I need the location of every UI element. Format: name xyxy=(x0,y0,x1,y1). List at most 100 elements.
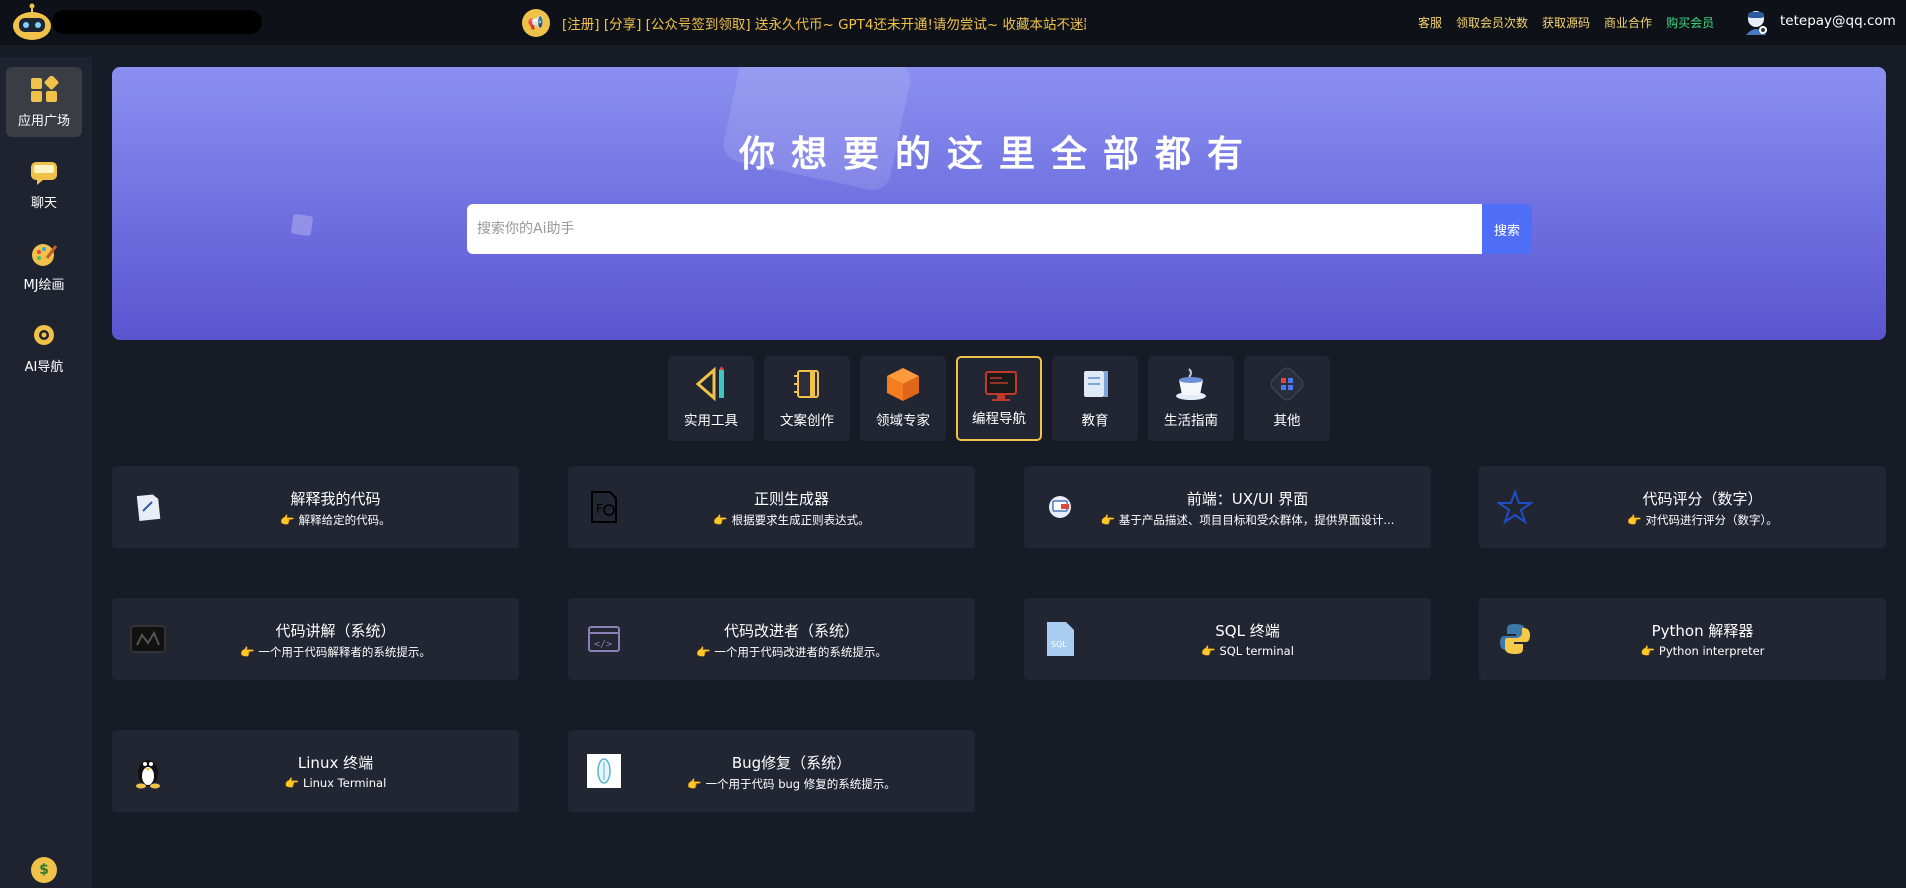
app-card-bug-fix-system[interactable]: Bug修复（系统） 👉 一个用于代码 bug 修复的系统提示。 xyxy=(568,730,975,812)
robot-logo-icon[interactable] xyxy=(10,2,54,42)
pointing-hand-icon: 👉 xyxy=(280,513,295,527)
category-label: 其他 xyxy=(1273,413,1301,429)
pointing-hand-icon: 👉 xyxy=(713,513,728,527)
header-link-customer-service[interactable]: 客服 xyxy=(1418,14,1442,31)
sidebar-item-label: 应用广场 xyxy=(17,113,70,129)
category-label: 文案创作 xyxy=(780,413,834,429)
card-title: Python 解释器 xyxy=(1651,622,1754,640)
chat-icon xyxy=(31,161,57,185)
book-icon xyxy=(1084,371,1108,397)
category-label: 实用工具 xyxy=(684,413,738,429)
redacted-site-name xyxy=(52,10,262,34)
category-programming-nav[interactable]: 编程导航 xyxy=(956,356,1042,441)
category-other[interactable]: 其他 xyxy=(1244,356,1330,441)
pointing-hand-icon: 👉 xyxy=(687,777,702,791)
card-description: 👉 解释给定的代码。 xyxy=(280,513,391,527)
search-input[interactable] xyxy=(467,204,1483,254)
category-practical-tools[interactable]: 实用工具 xyxy=(668,356,754,441)
header-link-buy-membership[interactable]: 购买会员 xyxy=(1666,14,1714,31)
banner-title: 你想要的这里全部都有 xyxy=(738,134,1259,175)
app-card-linux-terminal[interactable]: Linux 终端 👉 Linux Terminal xyxy=(112,730,519,812)
pointing-hand-icon: 👉 xyxy=(240,645,255,659)
category-label: 生活指南 xyxy=(1164,413,1218,429)
card-description: 👉 一个用于代码解释者的系统提示。 xyxy=(240,645,431,659)
app-card-code-explainer-system[interactable]: 代码讲解（系统） 👉 一个用于代码解释者的系统提示。 xyxy=(112,598,519,680)
ruler-pencil-icon xyxy=(695,366,724,402)
card-title: SQL 终端 xyxy=(1215,622,1280,640)
pointing-hand-icon: 👉 xyxy=(1640,644,1655,658)
app-card-python-interpreter[interactable]: Python 解释器 👉 Python interpreter xyxy=(1479,598,1886,680)
notice-marquee: [注册] [分享] [公众号签到领取] 送永久代币~ GPT4还未开通!请勿尝试… xyxy=(562,17,1086,33)
sidebar-item-chat[interactable]: 聊天 xyxy=(6,149,82,219)
bug-icon xyxy=(587,754,621,788)
app-card-frontend-ux-ui[interactable]: 前端：UX/UI 界面 👉 基于产品描述、项目目标和受众群体，提供界面设计... xyxy=(1024,466,1431,548)
pointing-hand-icon: 👉 xyxy=(1100,513,1115,527)
search-button[interactable]: 搜索 xyxy=(1482,204,1532,254)
header-link-business[interactable]: 商业合作 xyxy=(1604,14,1652,31)
document-icon xyxy=(136,494,161,521)
category-copywriting[interactable]: 文案创作 xyxy=(764,356,850,441)
sidebar-item-label: 聊天 xyxy=(30,195,57,211)
pointing-hand-icon: 👉 xyxy=(284,776,300,790)
header-link-get-source[interactable]: 获取源码 xyxy=(1542,14,1590,31)
sidebar-item-ai-nav[interactable]: AI导航 xyxy=(6,313,82,383)
app-card-code-rating[interactable]: 代码评分（数字） 👉 对代码进行评分（数字）。 xyxy=(1479,466,1886,548)
svg-text:SQL: SQL xyxy=(1051,640,1067,649)
terminal-chart-icon xyxy=(130,625,166,653)
pointing-hand-icon: 👉 xyxy=(1627,513,1642,527)
header-link-claim-membership[interactable]: 领取会员次数 xyxy=(1456,14,1528,31)
card-title: 前端：UX/UI 界面 xyxy=(1186,490,1309,508)
card-title: 解释我的代码 xyxy=(290,490,381,508)
card-title: 正则生成器 xyxy=(753,490,829,508)
card-title: Linux 终端 xyxy=(297,754,374,772)
sidebar-item-app-square[interactable]: 应用广场 xyxy=(6,67,82,137)
card-description: 👉 根据要求生成正则表达式。 xyxy=(713,513,870,527)
card-title: 代码评分（数字） xyxy=(1642,490,1763,508)
svg-text:</>: </> xyxy=(594,639,612,650)
app-card-explain-code[interactable]: 解释我的代码 👉 解释给定的代码。 xyxy=(112,466,519,548)
navigation-icon xyxy=(34,324,54,345)
apps-grid-icon xyxy=(31,75,59,102)
code-window-icon: </> xyxy=(588,626,620,652)
banner-decoration xyxy=(290,213,314,237)
grid-diamond-icon xyxy=(1270,367,1304,401)
card-title: Bug修复（系统） xyxy=(731,754,852,772)
category-education[interactable]: 教育 xyxy=(1052,356,1138,441)
category-life-guide[interactable]: 生活指南 xyxy=(1148,356,1234,441)
python-icon xyxy=(1500,624,1530,654)
user-email[interactable]: tetepay@qq.com xyxy=(1780,13,1896,29)
category-label: 编程导航 xyxy=(972,411,1026,427)
card-description: 👉 一个用于代码 bug 修复的系统提示。 xyxy=(687,777,896,791)
cube-icon xyxy=(887,368,919,401)
card-description: 👉 基于产品描述、项目目标和受众群体，提供界面设计... xyxy=(1100,513,1395,527)
app-card-code-improver-system[interactable]: </> 代码改进者（系统） 👉 一个用于代码改进者的系统提示。 xyxy=(568,598,975,680)
hero-banner: 你想要的这里全部都有 搜索 xyxy=(112,67,1886,340)
sidebar-item-label: AI导航 xyxy=(24,359,64,375)
pointing-hand-icon: 👉 xyxy=(1201,644,1216,658)
function-icon: F xyxy=(591,491,617,523)
category-label: 领域专家 xyxy=(876,413,930,429)
category-label: 教育 xyxy=(1081,413,1109,429)
coin-icon: $ xyxy=(31,857,57,883)
ux-ui-icon xyxy=(1049,496,1071,518)
megaphone-icon: 📢 xyxy=(522,9,550,37)
app-card-sql-terminal[interactable]: SQL SQL 终端 👉 SQL terminal xyxy=(1024,598,1431,680)
palette-icon xyxy=(32,243,58,266)
card-description: 👉 SQL terminal xyxy=(1201,644,1294,658)
category-domain-expert[interactable]: 领域专家 xyxy=(860,356,946,441)
card-description: 👉 Linux Terminal xyxy=(284,776,387,790)
sql-file-icon: SQL xyxy=(1047,622,1074,656)
card-description: 👉 对代码进行评分（数字）。 xyxy=(1627,513,1778,527)
monitor-icon xyxy=(985,371,1017,401)
sidebar-item-mj-drawing[interactable]: MJ绘画 xyxy=(6,231,82,301)
top-bar: 📢 [注册] [分享] [公众号签到领取] 送永久代币~ GPT4还未开通!请勿… xyxy=(0,0,1906,45)
app-card-regex-generator[interactable]: F 正则生成器 👉 根据要求生成正则表达式。 xyxy=(568,466,975,548)
header-links: 客服 领取会员次数 获取源码 商业合作 购买会员 xyxy=(1418,14,1728,31)
linux-penguin-icon xyxy=(136,760,160,789)
sidebar: 应用广场 聊天 MJ绘画 AI导航 $ 28 xyxy=(0,57,92,888)
sidebar-item-label: MJ绘画 xyxy=(23,277,65,293)
user-avatar-icon[interactable] xyxy=(1742,8,1770,36)
card-title: 代码改进者（系统） xyxy=(723,622,859,640)
star-icon xyxy=(1497,489,1533,525)
notebook-icon xyxy=(794,370,819,398)
